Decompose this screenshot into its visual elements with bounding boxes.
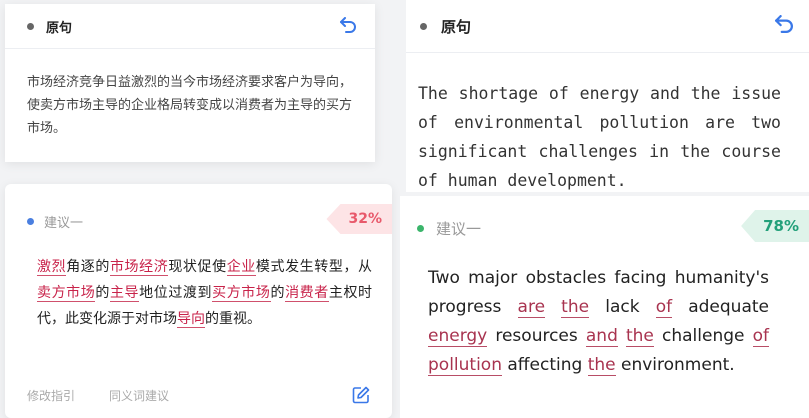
highlighted-change[interactable]: 消费者: [285, 285, 329, 302]
undo-icon[interactable]: [773, 14, 795, 38]
highlighted-change[interactable]: 买方市场: [212, 285, 271, 302]
highlighted-change[interactable]: 市场经济: [109, 259, 169, 276]
similarity-badge: 78%: [741, 210, 809, 242]
text-segment: 角逐的: [66, 259, 110, 275]
text-segment: 地位过渡到: [139, 285, 213, 301]
highlighted-change[interactable]: the: [587, 355, 616, 376]
text-segment: 模式发生转型，从: [255, 259, 373, 275]
left-original-header: 原句: [5, 4, 375, 49]
left-original-title: 原句: [46, 20, 73, 36]
highlighted-change[interactable]: are: [517, 297, 546, 318]
bullet-dot: [417, 224, 424, 232]
revision-guide-link[interactable]: 修改指引: [27, 387, 75, 404]
right-original-title: 原句: [441, 17, 472, 36]
right-suggestion-text: Two major obstacles facing humanity's pr…: [400, 242, 809, 380]
synonym-suggestion-link[interactable]: 同义词建议: [109, 387, 169, 404]
text-segment: challenge: [653, 326, 753, 346]
left-suggestion-text: 激烈角逐的市场经济现状促使企业模式发生转型，从卖方市场的主导地位过渡到买方市场的…: [5, 234, 392, 332]
highlighted-change[interactable]: and: [585, 326, 618, 347]
highlighted-change[interactable]: 主导: [109, 285, 140, 302]
text-segment: 的: [95, 285, 110, 301]
edit-icon[interactable]: [352, 386, 370, 404]
text-segment: lack: [589, 297, 656, 317]
undo-icon[interactable]: [339, 16, 357, 36]
right-original-text: The shortage of energy and the issue of …: [418, 84, 781, 190]
right-original-header: 原句: [406, 0, 809, 53]
suggestion-label: 建议一: [436, 219, 482, 238]
text-segment: [618, 326, 626, 346]
highlighted-change[interactable]: 激烈: [37, 259, 67, 276]
highlighted-change[interactable]: 企业: [226, 259, 256, 276]
highlighted-change[interactable]: the: [625, 326, 654, 347]
bullet-dot: [27, 22, 34, 30]
text-segment: 的重视。: [205, 311, 261, 327]
highlighted-change[interactable]: of: [752, 326, 769, 347]
text-segment: [545, 297, 561, 317]
right-original-card: 原句 The shortage of energy and the issue …: [406, 0, 809, 192]
text-segment: adequate: [672, 297, 769, 317]
highlighted-change[interactable]: of: [655, 297, 673, 318]
highlighted-change[interactable]: 导向: [177, 311, 205, 328]
left-suggestion-footer: 修改指引 同义词建议: [27, 386, 370, 404]
text-segment: 的: [270, 285, 286, 301]
left-suggestion-card: 建议一 32% 激烈角逐的市场经济现状促使企业模式发生转型，从卖方市场的主导地位…: [5, 184, 392, 418]
highlighted-change[interactable]: energy: [428, 326, 488, 347]
highlighted-change[interactable]: the: [561, 297, 590, 318]
text-segment: environment.: [615, 355, 735, 375]
text-segment: affecting: [501, 355, 588, 375]
suggestion-label: 建议一: [44, 215, 84, 231]
left-original-text: 市场经济竞争日益激烈的当今市场经济要求客户为导向，使卖方市场主导的企业格局转变成…: [27, 75, 353, 136]
text-segment: 现状促使: [168, 259, 227, 275]
similarity-badge: 32%: [326, 204, 392, 234]
text-segment: resources: [487, 326, 586, 346]
right-suggestion-card: 建议一 78% Two major obstacles facing human…: [400, 196, 809, 418]
left-original-card: 原句 市场经济竞争日益激烈的当今市场经济要求客户为导向，使卖方市场主导的企业格局…: [5, 4, 375, 162]
highlighted-change[interactable]: pollution: [428, 355, 502, 376]
bullet-dot: [27, 217, 34, 225]
highlighted-change[interactable]: 卖方市场: [37, 285, 96, 302]
bullet-dot: [420, 22, 427, 30]
